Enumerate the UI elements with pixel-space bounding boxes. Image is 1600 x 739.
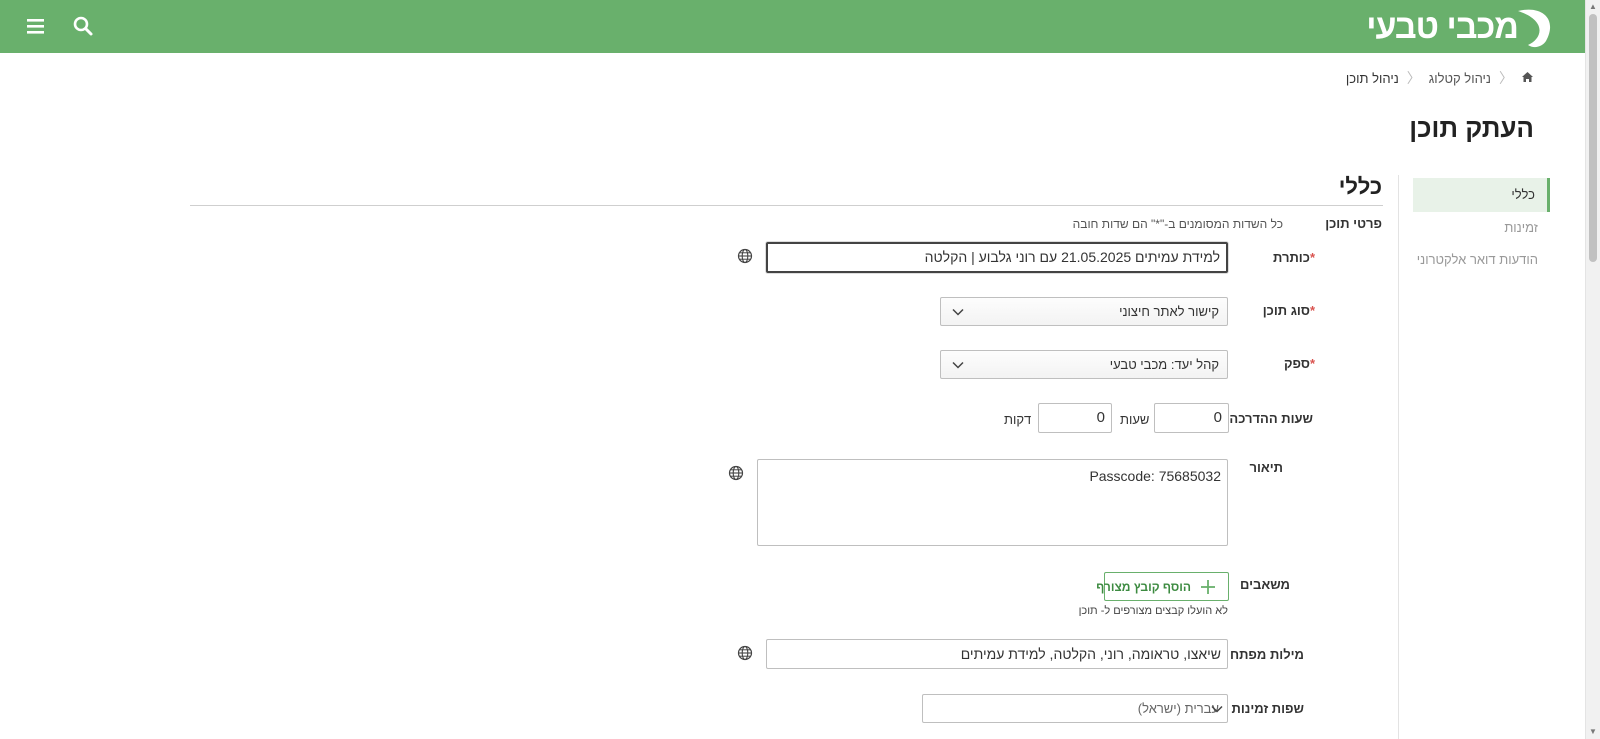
minutes-input[interactable]: 0 xyxy=(1038,403,1112,433)
content-type-label: *סוג תוכן xyxy=(1263,303,1317,318)
sidebar-nav: כללי זמינות הודעות דואר אלקטרוני xyxy=(1413,178,1550,276)
languages-value: עברית (ישראל) xyxy=(1137,701,1219,716)
logo-text: מכבי טבעי xyxy=(1366,8,1519,46)
add-attachment-label: הוסף קובץ מצורף xyxy=(1096,580,1191,594)
globe-icon[interactable] xyxy=(737,248,753,264)
content-details-heading: פרטי תוכן xyxy=(1325,216,1382,231)
languages-select[interactable]: עברית (ישראל) xyxy=(922,694,1228,723)
title-label: *כותרת xyxy=(1273,250,1317,265)
sidebar-item-general[interactable]: כללי xyxy=(1413,178,1550,212)
add-attachment-button[interactable]: הוסף קובץ מצורף xyxy=(1096,572,1229,601)
provider-label: *ספק xyxy=(1284,356,1317,371)
breadcrumb-separator: 〈 xyxy=(1406,70,1421,86)
page-title: העתק תוכן xyxy=(1409,113,1534,143)
required-asterisk: * xyxy=(1309,250,1315,265)
plus-icon xyxy=(1201,580,1215,594)
no-attachments-note: לא הועלו קבצים מצורפים ל- תוכן xyxy=(1078,605,1228,617)
keywords-input[interactable]: שיאצו, טראומה, רוני, הקלטה, למידת עמיתים xyxy=(766,639,1228,669)
minutes-unit-label: דקות xyxy=(1004,412,1032,427)
chevron-down-icon xyxy=(952,308,964,316)
hours-unit-label: שעות xyxy=(1120,412,1150,427)
vertical-scrollbar[interactable]: ▲ ▼ xyxy=(1585,0,1600,739)
content-type-value: קישור לאתר חיצוני xyxy=(1119,304,1219,319)
provider-value: קהל יעד: מכבי טבעי xyxy=(1109,357,1219,372)
required-asterisk: * xyxy=(1309,356,1315,371)
provider-select[interactable]: קהל יעד: מכבי טבעי xyxy=(940,350,1228,379)
required-fields-note: כל השדות המסומנים ב-"*" הם שדות חובה xyxy=(1072,217,1283,231)
breadcrumb-separator: 〈 xyxy=(1499,70,1513,86)
training-hours-label: שעות ההדרכה xyxy=(1229,411,1313,426)
chevron-down-icon xyxy=(1211,705,1223,713)
section-title: כללי xyxy=(1338,174,1382,199)
globe-icon[interactable] xyxy=(728,465,744,481)
scroll-down-arrow-icon[interactable]: ▼ xyxy=(1588,727,1598,737)
hamburger-menu-icon[interactable] xyxy=(24,14,48,38)
logo[interactable]: מכבי טבעי xyxy=(1366,5,1558,49)
search-icon[interactable] xyxy=(71,14,95,38)
section-divider xyxy=(190,205,1383,206)
scroll-up-arrow-icon[interactable]: ▲ xyxy=(1588,2,1598,12)
sidebar-divider xyxy=(1398,175,1399,739)
title-input[interactable]: למידת עמיתים 21.05.2025 עם רוני גלבוע | … xyxy=(766,242,1228,273)
keywords-label: מילות מפתח xyxy=(1229,647,1304,662)
content-type-select[interactable]: קישור לאתר חיצוני xyxy=(940,297,1228,326)
breadcrumb-content-management[interactable]: ניהול תוכן xyxy=(1346,71,1399,86)
title-label-text: כותרת xyxy=(1273,250,1310,265)
logo-swoosh-icon xyxy=(1518,9,1551,48)
hours-input[interactable]: 0 xyxy=(1154,403,1229,433)
home-icon[interactable] xyxy=(1521,71,1534,86)
globe-icon[interactable] xyxy=(737,645,753,661)
breadcrumb: 〈 ניהול קטלוג 〈 ניהול תוכן xyxy=(1346,69,1534,87)
provider-label-text: ספק xyxy=(1284,356,1310,371)
required-asterisk: * xyxy=(1309,303,1315,318)
scrollbar-thumb[interactable] xyxy=(1589,14,1597,262)
resources-label: משאבים xyxy=(1240,577,1290,592)
content-type-label-text: סוג תוכן xyxy=(1262,303,1310,318)
top-bar: מכבי טבעי xyxy=(0,0,1586,53)
description-textarea[interactable]: Passcode: 75685032 xyxy=(757,459,1228,546)
sidebar-item-email-notifications[interactable]: הודעות דואר אלקטרוני xyxy=(1413,244,1550,276)
chevron-down-icon xyxy=(952,361,964,369)
sidebar-item-availability[interactable]: זמינות xyxy=(1413,212,1550,244)
languages-label: שפות זמינות xyxy=(1231,701,1304,716)
description-label: תיאור xyxy=(1249,460,1283,475)
breadcrumb-catalog-management[interactable]: ניהול קטלוג xyxy=(1429,71,1491,86)
